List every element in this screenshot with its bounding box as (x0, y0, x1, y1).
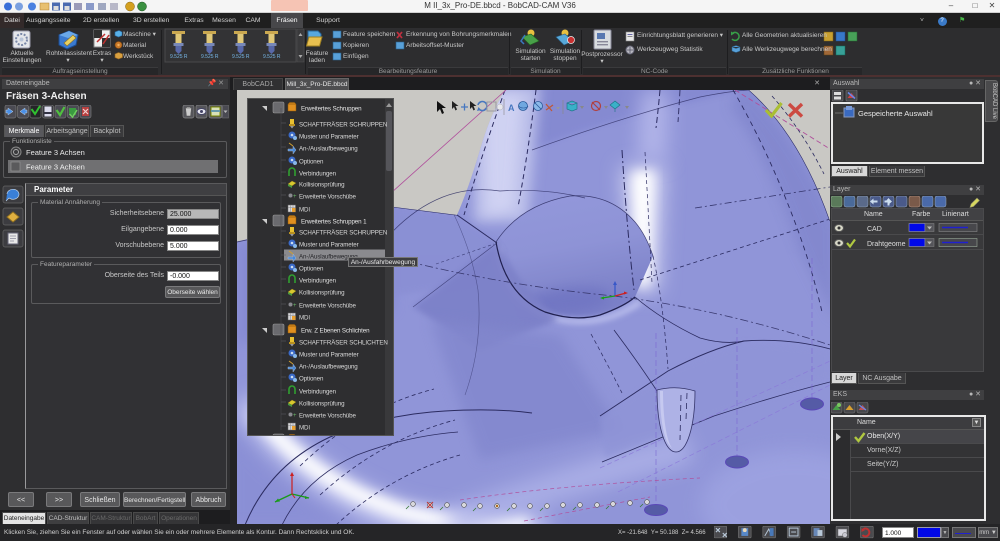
svg-text:+: + (293, 194, 297, 200)
svg-text:Optionen: Optionen (299, 266, 324, 273)
svg-text:MDI: MDI (299, 425, 310, 432)
svg-text:A: A (508, 103, 515, 113)
svg-text:CAD: CAD (867, 226, 882, 233)
svg-text:Verbindungen: Verbindungen (299, 171, 337, 178)
svg-text:Erweiterte Vorschübe: Erweiterte Vorschübe (299, 413, 356, 420)
svg-text:An-/Auslaufbewegung: An-/Auslaufbewegung (299, 146, 358, 153)
svg-text:SCHAFTFRÄSER SCHRUPPEN: SCHAFTFRÄSER SCHRUPPEN (299, 122, 387, 129)
svg-text:MDI: MDI (299, 207, 310, 214)
svg-text:Erweitertes Schruppen 1: Erweitertes Schruppen 1 (301, 219, 367, 226)
svg-text:An-/Auslaufbewegung: An-/Auslaufbewegung (299, 364, 358, 371)
svg-text:Erw. Z Ebenen Schlichten: Erw. Z Ebenen Schlichten (301, 328, 370, 335)
svg-text:Erweiterte Vorschübe: Erweiterte Vorschübe (299, 194, 356, 201)
svg-text:Feature 3 Achsen: Feature 3 Achsen (26, 163, 85, 172)
svg-text:SCHAFTFRÄSER SCHLICHTEN: SCHAFTFRÄSER SCHLICHTEN (299, 340, 388, 347)
svg-text:9.525 R: 9.525 R (170, 54, 188, 60)
svg-text:Erweitertes Schruppen: Erweitertes Schruppen (301, 106, 362, 113)
svg-text:+: + (293, 413, 297, 419)
svg-text:Muster und Parameter: Muster und Parameter (299, 242, 359, 249)
svg-text:Kollisionsprüfung: Kollisionsprüfung (299, 182, 345, 189)
svg-text:Verbindungen: Verbindungen (299, 278, 337, 285)
svg-text:Gespeicherte Auswahl: Gespeicherte Auswahl (858, 109, 933, 118)
svg-text:Kollisionsprüfung: Kollisionsprüfung (299, 290, 345, 297)
svg-text:MDI: MDI (299, 315, 310, 322)
svg-text:Muster und Parameter: Muster und Parameter (299, 352, 359, 359)
svg-text:Optionen: Optionen (299, 159, 324, 166)
svg-text:SCHAFTFRÄSER SCHRUPPEN: SCHAFTFRÄSER SCHRUPPEN (299, 230, 387, 237)
svg-text:Muster und Parameter: Muster und Parameter (299, 134, 359, 141)
svg-text:Kollisionsprüfung: Kollisionsprüfung (299, 401, 345, 408)
svg-text:Verbindungen: Verbindungen (299, 389, 337, 396)
svg-text:Erweiterte Vorschübe: Erweiterte Vorschübe (299, 303, 356, 310)
svg-text:Drahtgeome: Drahtgeome (867, 241, 906, 248)
svg-text:+: + (293, 303, 297, 309)
svg-text:Feature 3 Achsen: Feature 3 Achsen (26, 148, 85, 157)
svg-text:Optionen: Optionen (299, 376, 324, 383)
